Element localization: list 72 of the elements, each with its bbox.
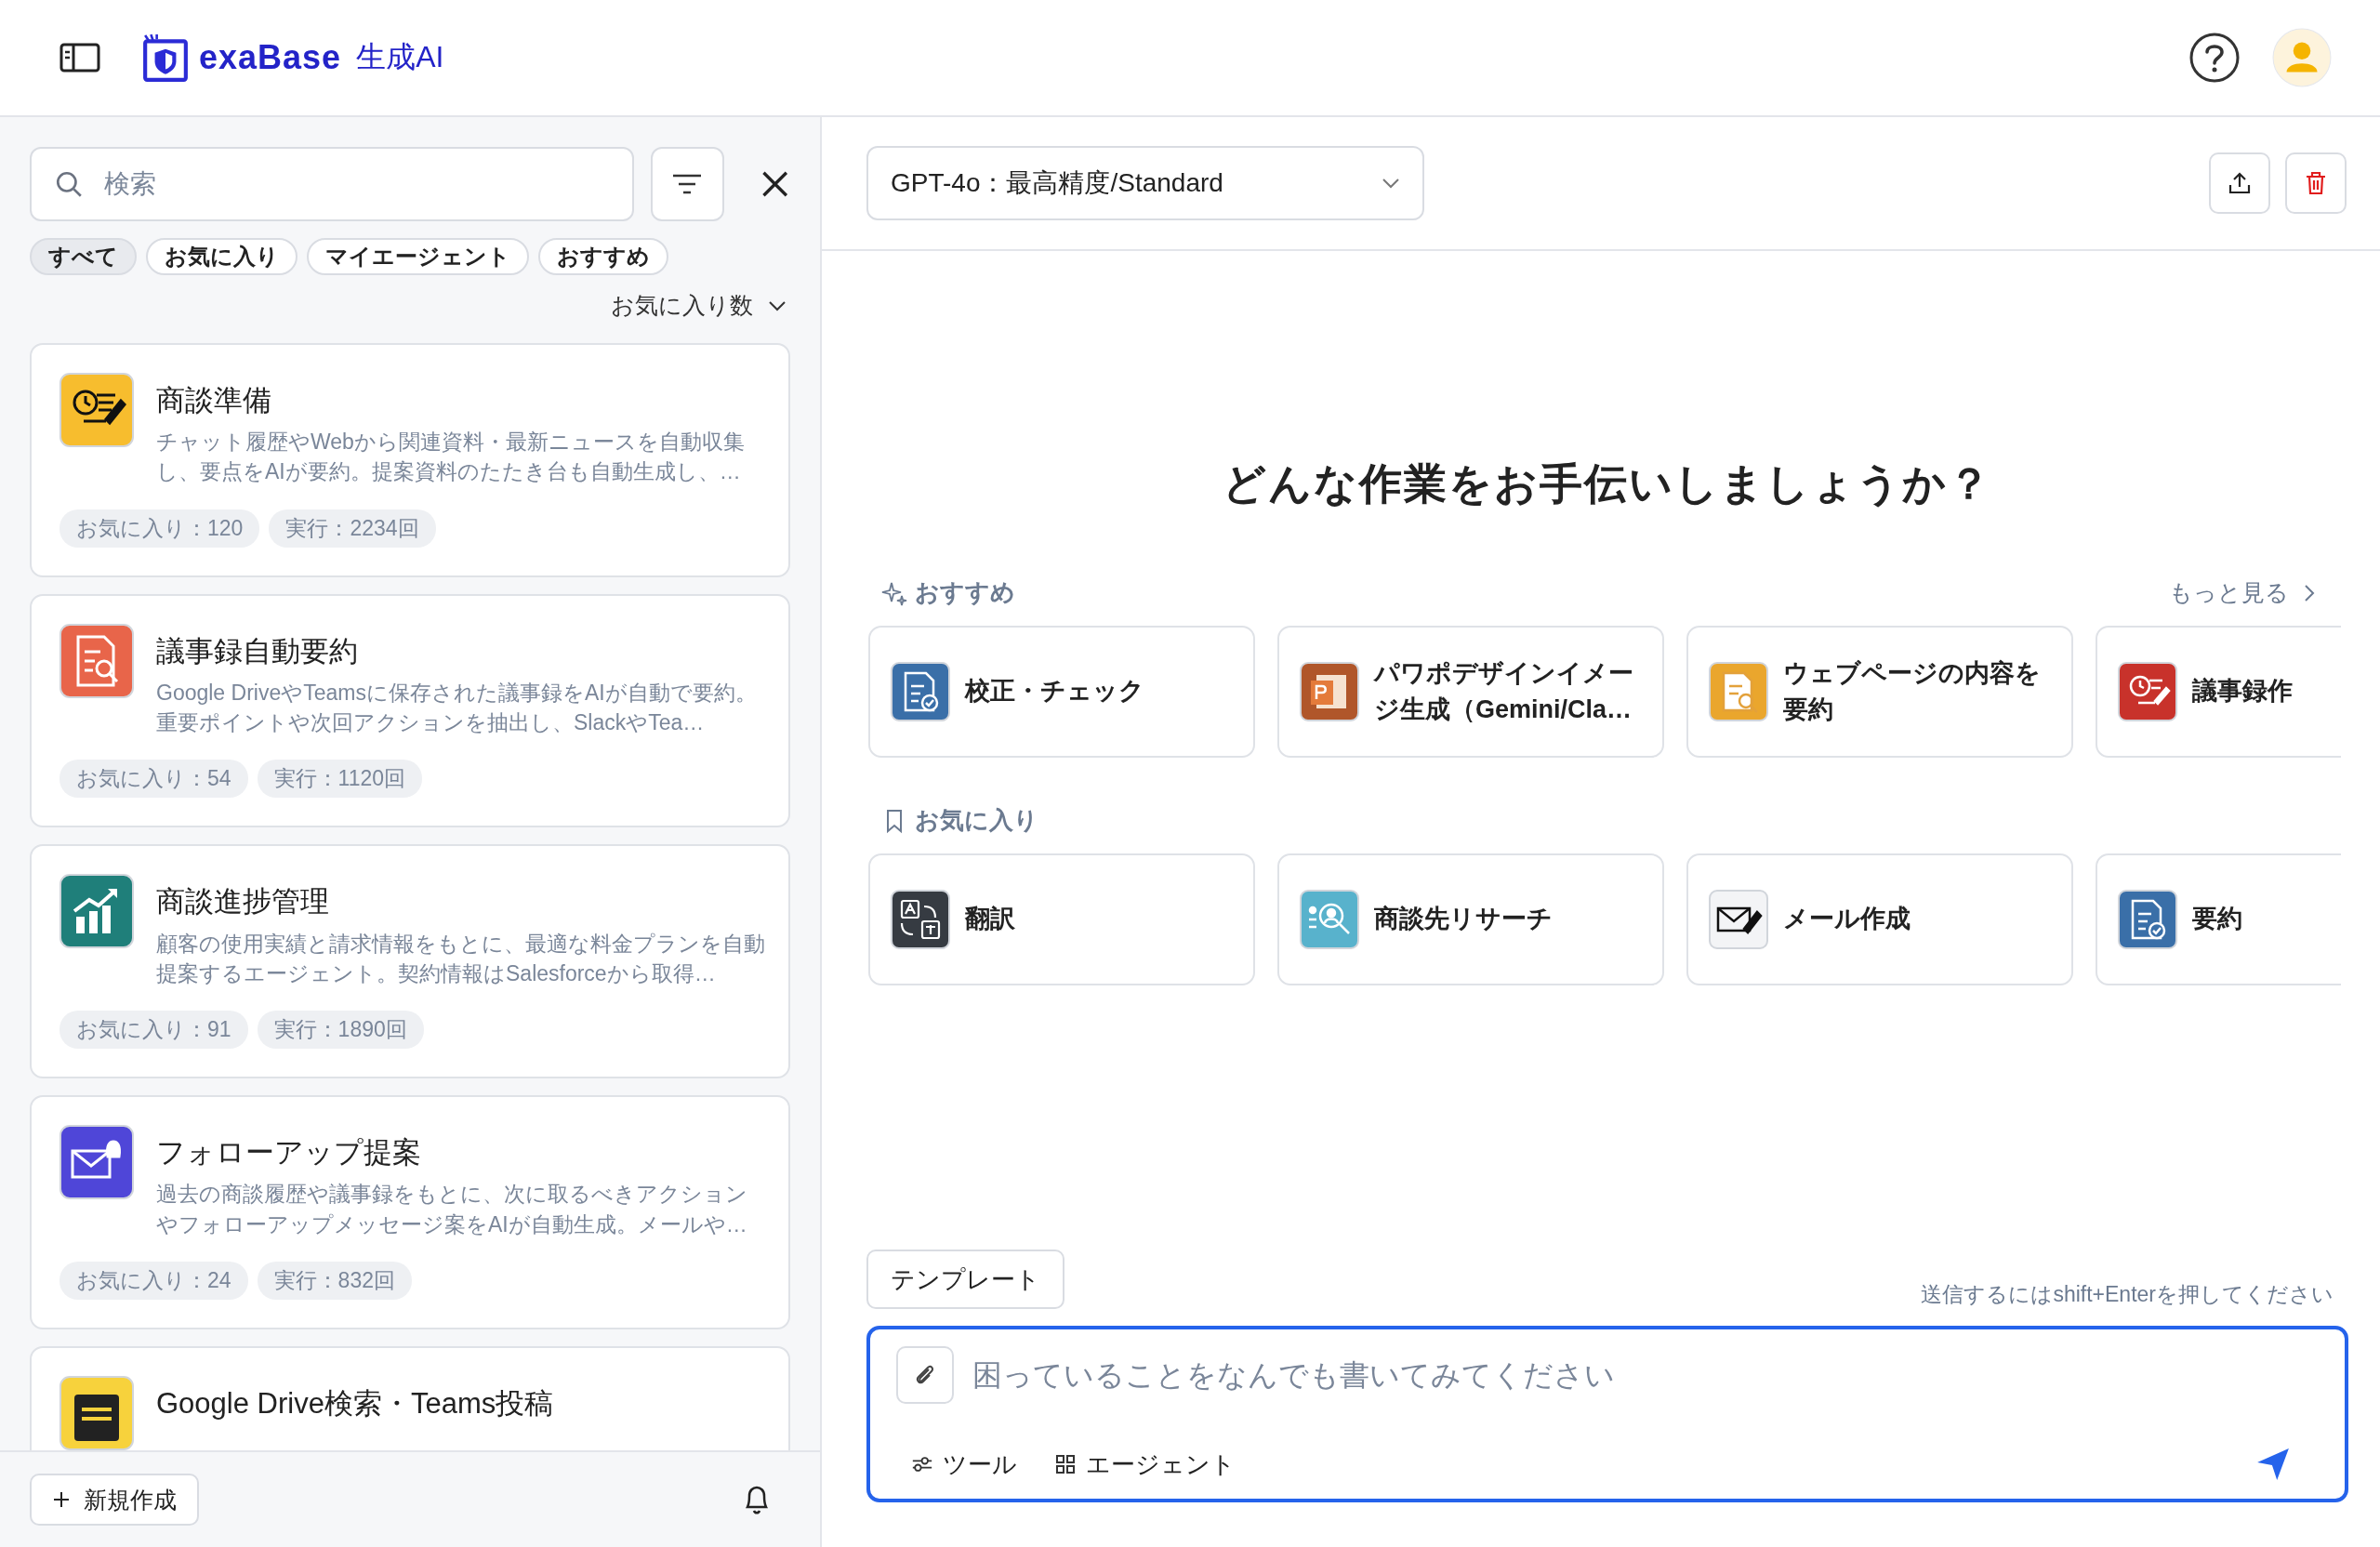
agent-title: メール作成: [1783, 904, 1911, 935]
agent-card[interactable]: 要約: [2096, 853, 2341, 985]
run-count: 実行：2234回: [269, 509, 436, 548]
agent-card[interactable]: 商談進捗管理 顧客の使用実績と請求情報をもとに、最適な料金プランを自動提案するエージェント。契約情報はSalesforceから取得… お気に入り：91 実行：1890回: [30, 844, 790, 1078]
new-create-button[interactable]: 新規作成: [30, 1474, 199, 1526]
agent-title: Google Drive検索・Teams投稿: [156, 1385, 555, 1421]
sidebar-toggle-icon[interactable]: [60, 43, 100, 73]
sort-dropdown[interactable]: お気に入り数: [611, 286, 787, 324]
favorites-count: お気に入り：91: [60, 1011, 248, 1049]
tool-button[interactable]: エージェント: [1054, 1448, 1236, 1481]
agent-title: 議事録作: [2192, 676, 2293, 707]
agent-card[interactable]: 翻訳: [868, 853, 1255, 985]
tool-button[interactable]: ツール: [911, 1448, 1017, 1481]
grid-icon: [1054, 1454, 1077, 1474]
favorites-count: お気に入り：54: [60, 760, 248, 799]
agent-title: 商談進捗管理: [156, 884, 330, 920]
agent-card[interactable]: ウェブページの内容を要約: [1686, 626, 2073, 758]
template-button[interactable]: テンプレート: [866, 1250, 1064, 1309]
export-button[interactable]: [2209, 152, 2270, 214]
message-input[interactable]: 困っていることをなんでも書いてみてください: [971, 1356, 2319, 1394]
agent-card[interactable]: 商談先リサーチ: [1277, 853, 1664, 985]
search-icon: [54, 169, 84, 199]
agent-description: 顧客の使用実績と請求情報をもとに、最適な料金プランを自動提案するエージェント。契約情報はSalesforceから取得…: [156, 930, 766, 987]
logo-text: exaBase: [199, 38, 342, 77]
section-label: お気に入り: [915, 805, 1038, 836]
agent-title: 議事録自動要約: [156, 633, 359, 669]
send-hint: 送信するにはshift+Enterを押してください: [1921, 1281, 2334, 1308]
agent-card[interactable]: 校正・チェック: [868, 626, 1255, 758]
agent-title: パワポデザインイメージ生成（Gemini/Cla…: [1374, 657, 1634, 725]
chevron-down-icon: [1382, 178, 1400, 189]
run-count: 実行：1890回: [257, 1011, 424, 1049]
shield-logo-icon: [141, 33, 190, 82]
agent-card[interactable]: 商談準備 チャット履歴やWebから関連資料・最新ニュースを自動収集し、要点をAIが要約。提案資料のたたき台も自動生成し、… お気に入り：120 実行：2234回: [30, 343, 790, 577]
agent-title: 商談準備: [156, 383, 272, 418]
agent-description: Google DriveやTeamsに保存された議事録をAIが自動で要約。重要ポイントや次回アクションを抽出し、SlackやTea…: [156, 679, 758, 737]
agent-title: 翻訳: [965, 904, 1015, 935]
filter-tab[interactable]: マイエージェント: [307, 238, 529, 275]
welcome-heading: どんな作業をお手伝いしましょうか？: [1222, 458, 1993, 509]
agent-card[interactable]: 議事録作: [2096, 626, 2341, 758]
favorites-count: お気に入り：24: [60, 1261, 248, 1300]
filter-tab[interactable]: おすすめ: [538, 238, 668, 275]
agent-title: 校正・チェック: [965, 676, 1144, 707]
agent-description: チャット履歴やWebから関連資料・最新ニュースを自動収集し、要点をAIが要約。提案資料のたたき台も自動生成し、…: [156, 429, 746, 486]
agent-card[interactable]: パワポデザインイメージ生成（Gemini/Cla…: [1277, 626, 1664, 758]
send-icon[interactable]: [2255, 1447, 2291, 1482]
filter-tab[interactable]: すべて: [30, 238, 137, 275]
model-select[interactable]: GPT-4o：最高精度/Standard: [866, 146, 1424, 220]
agent-title: フォローアップ提案: [156, 1135, 422, 1170]
chevron-down-icon: [768, 299, 787, 311]
search-field[interactable]: 検索: [30, 147, 634, 221]
agent-card[interactable]: メール作成: [1686, 853, 2073, 985]
run-count: 実行：1120回: [257, 760, 423, 799]
agent-card[interactable]: フォローアップ提案 過去の商談履歴や議事録をもとに、次に取るべきアクションやフォローアップメッセージ案をAIが自動生成。メールや… お気に入り：24 実行：832回: [30, 1095, 790, 1329]
agent-description: 過去の商談履歴や議事録をもとに、次に取るべきアクションやフォローアップメッセージ案をAIが自動生成。メールや…: [156, 1181, 748, 1238]
filter-tab[interactable]: お気に入り: [146, 238, 298, 275]
agent-title: 商談先リサーチ: [1374, 904, 1553, 935]
run-count: 実行：832回: [257, 1261, 412, 1300]
plus-icon: [52, 1490, 71, 1509]
agent-card[interactable]: 議事録自動要約 Google DriveやTeamsに保存された議事録をAIが自動で要約。重要ポイントや次回アクションを抽出し、SlackやTea… お気に入り：54 実行：1120回: [30, 593, 790, 828]
delete-button[interactable]: [2285, 152, 2347, 214]
agent-title: ウェブページの内容を要約: [1783, 657, 2042, 725]
agent-card[interactable]: Google Drive検索・Teams投稿: [30, 1345, 790, 1450]
help-icon[interactable]: [2188, 32, 2241, 84]
logo-suffix: 生成AI: [356, 39, 444, 75]
chevron-right-icon: [2304, 583, 2315, 602]
section-label: おすすめ: [915, 577, 1015, 608]
agent-title: 要約: [2192, 904, 2242, 935]
show-more-link[interactable]: もっと見る: [2169, 577, 2315, 608]
attach-button[interactable]: [896, 1346, 954, 1404]
upload-icon: [2227, 170, 2253, 196]
sliders-icon: [911, 1454, 933, 1474]
favorites-count: お気に入り：120: [60, 509, 260, 548]
